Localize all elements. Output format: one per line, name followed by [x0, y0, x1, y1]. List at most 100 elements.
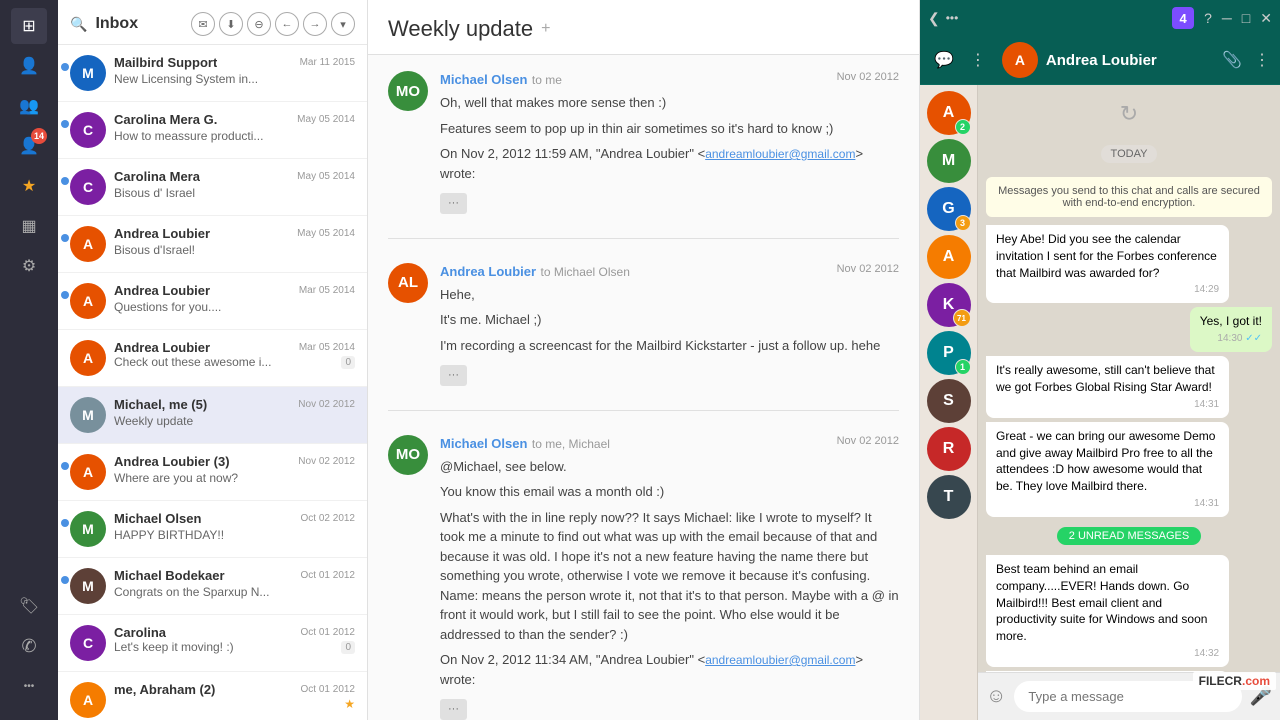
emoji-button[interactable]: ☺: [986, 685, 1006, 708]
contact-badge: 71: [953, 309, 971, 327]
avatar: C: [70, 112, 106, 148]
close-icon[interactable]: ✕: [1260, 10, 1272, 27]
help-icon[interactable]: ?: [1204, 10, 1212, 26]
show-more-button[interactable]: ···: [440, 365, 467, 386]
forward-button[interactable]: →: [303, 12, 327, 36]
date-divider: TODAY: [1101, 145, 1158, 163]
email-sender: Carolina Mera: [114, 169, 200, 184]
chat-header-icons: 📎 ⋮: [1222, 50, 1270, 70]
email-date: Mar 11 2015: [300, 57, 355, 68]
list-item[interactable]: M Michael Olsen Oct 02 2012 HAPPY BIRTHD…: [58, 501, 367, 558]
thread-sender: Andrea Loubier: [440, 264, 536, 279]
email-sender: Michael Olsen: [114, 511, 201, 526]
email-content: Andrea Loubier (3) Nov 02 2012 Where are…: [114, 454, 355, 487]
restore-icon[interactable]: □: [1242, 10, 1250, 26]
avatar: M: [70, 397, 106, 433]
sidebar-icon-calendar[interactable]: ▦: [11, 208, 47, 244]
sidebar-icon-whatsapp[interactable]: ✆: [11, 628, 47, 664]
sidebar: ⊞ 👤 👥 👤 14 ★ ▦ ⚙ 🏷 ✆ •••: [0, 0, 58, 720]
minimize-icon[interactable]: ─: [1222, 10, 1232, 26]
sidebar-icon-person[interactable]: 👤: [11, 48, 47, 84]
email-date: May 05 2014: [297, 228, 355, 239]
contact-item[interactable]: T: [927, 475, 971, 519]
email-list: M Mailbird Support Mar 11 2015 New Licen…: [58, 45, 367, 720]
thread-sender: Michael Olsen: [440, 72, 527, 87]
contact-item[interactable]: K 71: [927, 283, 971, 327]
email-content: Michael Bodekaer Oct 01 2012 Congrats on…: [114, 568, 355, 601]
read-ticks: ✓✓: [1245, 333, 1262, 344]
add-label-button[interactable]: +: [541, 20, 550, 38]
list-item[interactable]: M Michael Bodekaer Oct 01 2012 Congrats …: [58, 558, 367, 615]
contact-item[interactable]: G 3: [927, 187, 971, 231]
thread-date: Nov 02 2012: [837, 435, 899, 453]
list-item[interactable]: A Andrea Loubier Mar 05 2014 Check out t…: [58, 330, 367, 387]
contact-item[interactable]: P 1: [927, 331, 971, 375]
unread-dot: [61, 462, 69, 470]
show-more-button[interactable]: ···: [440, 699, 467, 720]
list-item[interactable]: C Carolina Mera May 05 2014 Bisous d' Is…: [58, 159, 367, 216]
filter-button[interactable]: ▾: [331, 12, 355, 36]
email-date: Oct 02 2012: [301, 513, 355, 524]
list-item[interactable]: A Andrea Loubier (3) Nov 02 2012 Where a…: [58, 444, 367, 501]
contact-item[interactable]: A 2: [927, 91, 971, 135]
list-item[interactable]: C Carolina Mera G. May 05 2014 How to me…: [58, 102, 367, 159]
compose-button[interactable]: ✉: [191, 12, 215, 36]
email-sender: Michael Bodekaer: [114, 568, 225, 583]
email-subject: Bisous d'Israel!: [114, 243, 195, 257]
tag-icon: 🏷: [19, 596, 39, 616]
loading-spinner: ↻: [1120, 101, 1138, 127]
list-item[interactable]: M Mailbird Support Mar 11 2015 New Licen…: [58, 45, 367, 102]
delete-button[interactable]: ⊖: [247, 12, 271, 36]
thread-to: to me: [532, 73, 562, 87]
chat-tab-icon[interactable]: 💬: [930, 46, 958, 74]
message-time: 14:32: [996, 647, 1219, 661]
thread-body: Hehe, It's me. Michael ;) I'm recording …: [440, 285, 899, 386]
chat-contact-name: Andrea Loubier: [1046, 52, 1214, 69]
sidebar-icon-star[interactable]: ★: [11, 168, 47, 204]
chat-dots[interactable]: •••: [946, 11, 959, 25]
sidebar-icon-apps[interactable]: ⚙: [11, 248, 47, 284]
unread-dot: [61, 576, 69, 584]
back-button[interactable]: ←: [275, 12, 299, 36]
chat-more-icon[interactable]: ⋮: [966, 46, 990, 74]
message-time: 14:31: [996, 497, 1219, 511]
email-subject: Bisous d' Israel: [114, 186, 195, 200]
contact-item[interactable]: M: [927, 139, 971, 183]
download-button[interactable]: ⬇: [219, 12, 243, 36]
chat-options-icon[interactable]: ⋮: [1254, 50, 1270, 70]
unread-dot: [61, 177, 69, 185]
email-date: May 05 2014: [297, 114, 355, 125]
thread-message: AL Andrea Loubier to Michael Olsen Nov 0…: [388, 263, 899, 386]
contact-item[interactable]: A: [927, 235, 971, 279]
list-item[interactable]: C Carolina Oct 01 2012 Let's keep it mov…: [58, 615, 367, 672]
thread-body: @Michael, see below. You know this email…: [440, 457, 899, 720]
thread-to: to me, Michael: [532, 437, 610, 451]
unread-dot: [61, 120, 69, 128]
sidebar-icon-grid[interactable]: ⊞: [11, 8, 47, 44]
sidebar-icon-more[interactable]: •••: [11, 668, 47, 704]
contact-item[interactable]: R: [927, 427, 971, 471]
email-sender: Andrea Loubier: [114, 340, 210, 355]
attachment-icon[interactable]: 📎: [1222, 50, 1242, 70]
list-item[interactable]: A Andrea Loubier Mar 05 2014 Questions f…: [58, 273, 367, 330]
whatsapp-badge: 4: [1172, 7, 1194, 29]
sidebar-icon-contact[interactable]: 👤 14: [11, 128, 47, 164]
search-button[interactable]: 🔍: [70, 16, 87, 33]
list-item[interactable]: M Michael, me (5) Nov 02 2012 Weekly upd…: [58, 387, 367, 444]
email-content: Carolina Mera G. May 05 2014 How to meas…: [114, 112, 355, 145]
email-content: Carolina Mera May 05 2014 Bisous d' Isra…: [114, 169, 355, 202]
sidebar-icon-group[interactable]: 👥: [11, 88, 47, 124]
list-item[interactable]: A Andrea Loubier May 05 2014 Bisous d'Is…: [58, 216, 367, 273]
list-item[interactable]: A me, Abraham (2) Oct 01 2012 ★: [58, 672, 367, 720]
avatar: A: [70, 682, 106, 718]
contact-badge: 14: [31, 128, 47, 144]
show-more-button[interactable]: ···: [440, 193, 467, 214]
email-sender: Carolina: [114, 625, 166, 640]
chat-back-arrow[interactable]: ❮: [928, 10, 940, 27]
thread-content: Michael Olsen to me, Michael Nov 02 2012…: [440, 435, 899, 720]
sidebar-icon-tag[interactable]: 🏷: [11, 588, 47, 624]
contact-item[interactable]: S: [927, 379, 971, 423]
person-icon: 👤: [19, 56, 39, 76]
email-subject: How to meassure producti...: [114, 129, 263, 143]
contact-badge: 2: [955, 119, 971, 135]
